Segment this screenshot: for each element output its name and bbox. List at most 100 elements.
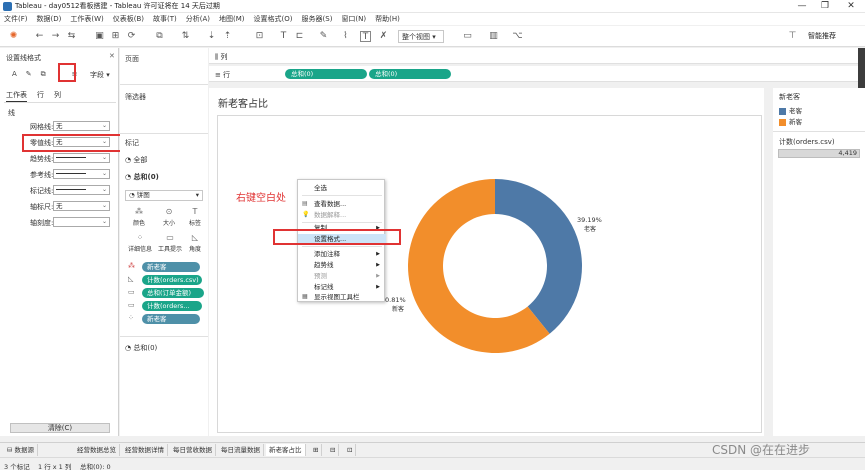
menu-file[interactable]: 文件(F) (4, 14, 28, 24)
reference-lines-select[interactable]: ⌄ (53, 169, 110, 179)
highlight-icon[interactable]: ✎ (318, 31, 329, 42)
minimize-button[interactable]: — (793, 1, 811, 11)
menu-data[interactable]: 数据(D) (37, 14, 62, 24)
data-source-icon[interactable]: ⇆ (66, 31, 77, 42)
pill-new-old-color[interactable]: 新老客 (142, 262, 200, 272)
menu-item-label: 显示视图工具栏 (314, 293, 360, 301)
menu-item-select-all[interactable]: 全选 (298, 183, 386, 193)
marks-sum1-row[interactable]: ◔ 总和(0) (125, 343, 157, 353)
menu-item-show-view-toolbar[interactable]: ▦ 显示视图工具栏 (298, 292, 386, 302)
show-me-tab[interactable] (858, 48, 865, 88)
marks-sum0-row[interactable]: ◔ 总和(0) (125, 172, 159, 182)
tab-daily-revenue[interactable]: 每日营收数据 (170, 444, 216, 456)
menu-story[interactable]: 故事(T) (153, 14, 177, 24)
menu-item-view-data[interactable]: ▤ 查看数据... (298, 199, 386, 209)
row-pill-sum0-2[interactable]: 总和(0) (369, 69, 451, 79)
trend-lines-select[interactable]: ⌄ (53, 153, 110, 163)
legend-item-old[interactable]: 老客 (779, 105, 802, 115)
close-icon[interactable]: ✕ (109, 52, 115, 60)
tab-data-source[interactable]: ⛁ 数据源 (4, 444, 39, 456)
menu-worksheet[interactable]: 工作表(W) (70, 14, 103, 24)
donut-slice-old[interactable] (495, 179, 582, 334)
menu-format[interactable]: 设置格式(O) (254, 14, 293, 24)
pill-new-old-detail[interactable]: 新老客 (142, 314, 200, 324)
maximize-button[interactable]: ❐ (816, 1, 834, 11)
pill-count-orders-2[interactable]: 计数(orders... (142, 301, 202, 311)
tab-rows[interactable]: 行 (37, 90, 44, 102)
pill-sum-amount[interactable]: 总和(订单金额) (142, 288, 204, 298)
menu-server[interactable]: 服务器(S) (302, 14, 333, 24)
chart-icon[interactable]: ▥ (488, 31, 499, 42)
format-workbook-icon[interactable]: ✗ (378, 31, 389, 42)
angle-button[interactable]: ◺ 角度 (184, 233, 206, 255)
pill-count-orders[interactable]: 计数(orders.csv) (142, 275, 202, 285)
marks-sum0-icon: ◔ (125, 173, 134, 181)
show-me-icon[interactable]: ⊤ (787, 31, 798, 42)
menu-dashboard[interactable]: 仪表板(B) (113, 14, 144, 24)
count-card-value[interactable]: 4,419 (778, 149, 860, 158)
color-button[interactable]: ⁂ 颜色 (128, 207, 150, 229)
new-sheet-tab-icon[interactable]: ⊞ (310, 444, 323, 456)
pause-update-icon[interactable]: ⟳ (126, 31, 137, 42)
mark-type-dropdown[interactable]: ◔ 饼图 ▾ (125, 190, 203, 201)
menu-item-explain-data[interactable]: 💡 数据解释... (298, 210, 386, 220)
smart-recommend-button[interactable]: 智能推荐 (808, 31, 836, 41)
grid-lines-select[interactable]: 无 ⌄ (53, 121, 110, 131)
highlight-box-format-item (273, 229, 401, 245)
tab-detail[interactable]: 经营数据详情 (122, 444, 168, 456)
show-labels-icon[interactable]: T (360, 31, 371, 42)
menu-window[interactable]: 窗口(N) (341, 14, 366, 24)
redo-icon[interactable]: → (50, 31, 61, 42)
new-sheet-icon[interactable]: ⊞ (110, 31, 121, 42)
undo-icon[interactable]: ← (34, 31, 45, 42)
sort-desc-icon[interactable]: ⇡ (222, 31, 233, 42)
save-icon[interactable]: ▣ (94, 31, 105, 42)
tab-columns[interactable]: 列 (54, 90, 61, 102)
field-dropdown[interactable]: 字段 ▾ (90, 70, 110, 80)
drop-lines-select[interactable]: ⌄ (53, 185, 110, 195)
duplicate-icon[interactable]: ⧉ (154, 31, 165, 42)
legend-item-new[interactable]: 新客 (779, 116, 802, 126)
axis-ticks-select[interactable]: ⌄ (53, 217, 110, 227)
align-icon[interactable]: ✎ (26, 70, 32, 79)
menu-item-drop-lines[interactable]: 标记线 ▶ (298, 282, 386, 292)
axis-rulers-select[interactable]: 无 ⌄ (53, 201, 110, 211)
tab-daily-traffic[interactable]: 每日流量数据 (218, 444, 264, 456)
tableau-home-icon[interactable]: ✺ (8, 31, 19, 42)
label-button[interactable]: T 标签 (184, 207, 206, 229)
swap-icon[interactable]: ⇅ (180, 31, 191, 42)
shading-icon[interactable]: ⧉ (41, 70, 46, 79)
font-icon[interactable]: A (12, 70, 17, 79)
donut-chart[interactable]: 39.19%老客 0.81%新客 (209, 88, 764, 436)
menu-item-forecast[interactable]: 预测 ▶ (298, 271, 386, 281)
tooltip-button[interactable]: ▭ 工具提示 (156, 233, 184, 255)
presentation-icon[interactable]: ▭ (462, 31, 473, 42)
tab-new-old-ratio[interactable]: 新老客占比 (266, 444, 306, 456)
row-pill-sum0[interactable]: 总和(0) (285, 69, 367, 79)
size-button[interactable]: ⊙ 大小 (158, 207, 180, 229)
fix-axes-icon[interactable]: ⊏ (294, 31, 305, 42)
tab-sheet[interactable]: 工作表 (6, 90, 27, 102)
menu-analysis[interactable]: 分析(A) (186, 14, 210, 24)
tab-overview[interactable]: 经营数据总览 (74, 444, 120, 456)
share-icon[interactable]: ⌥ (512, 31, 523, 42)
columns-shelf[interactable]: ⫼ 列 (209, 48, 865, 64)
group-icon[interactable]: ⊡ (254, 31, 265, 42)
new-story-tab-icon[interactable]: ⊡ (344, 444, 357, 456)
close-button[interactable]: ✕ (842, 1, 860, 11)
menu-item-annotate[interactable]: 添加注释 ▶ (298, 249, 386, 259)
axis-rulers-value: 无 (56, 202, 63, 210)
fit-dropdown[interactable]: 整个视图 ▾ (398, 30, 444, 43)
rows-shelf[interactable]: ≡ 行 总和(0) 总和(0) (209, 66, 865, 82)
menu-help[interactable]: 帮助(H) (375, 14, 400, 24)
new-dashboard-tab-icon[interactable]: ⊟ (327, 444, 340, 456)
marks-all-row[interactable]: ◔ 全部 (125, 155, 147, 165)
menu-item-trend-lines[interactable]: 趋势线 ▶ (298, 260, 386, 270)
sort-asc-icon[interactable]: ⇣ (206, 31, 217, 42)
worksheet-view[interactable]: 新老客占比 39.19% 老客 0.81% 新客 (209, 88, 764, 436)
detail-button[interactable]: ⁘ 详细信息 (126, 233, 154, 255)
clear-button[interactable]: 清除(C) (10, 423, 110, 433)
paperclip-icon[interactable]: ⌇ (340, 31, 351, 42)
menu-map[interactable]: 地图(M) (219, 14, 245, 24)
labels-icon[interactable]: T (278, 31, 289, 42)
